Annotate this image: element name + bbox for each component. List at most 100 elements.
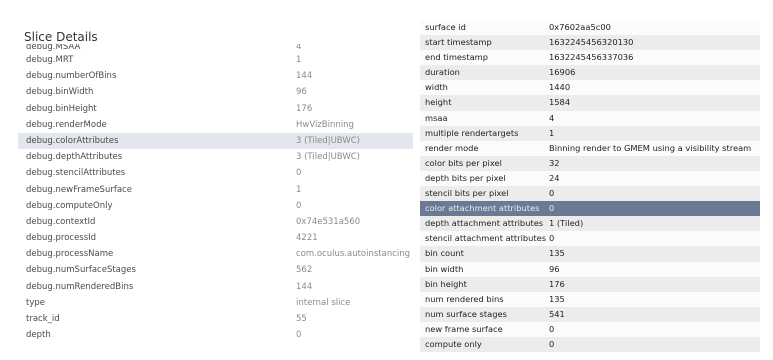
- property-row-color-bits-per-pixel[interactable]: color bits per pixel 32: [420, 155, 760, 171]
- property-key: stencil bits per pixel: [425, 188, 509, 199]
- property-row-new-frame-surface[interactable]: new frame surface 0: [420, 321, 760, 337]
- property-key: bin height: [425, 278, 467, 289]
- property-row-width[interactable]: width 1440: [420, 80, 760, 96]
- property-value: 135: [549, 248, 565, 259]
- property-value: 4: [549, 112, 555, 123]
- property-row-duration[interactable]: duration 16906: [420, 65, 760, 81]
- property-key: compute only: [425, 338, 482, 349]
- property-key: color attachment attributes: [425, 203, 540, 214]
- detail-row-type[interactable]: type internal slice: [18, 295, 413, 311]
- detail-key: debug.contextId: [26, 216, 96, 227]
- detail-row-debug-processid[interactable]: debug.processId 4221: [18, 230, 413, 246]
- property-row-surface-id[interactable]: surface id 0x7602aa5c00: [420, 20, 760, 36]
- property-row-bin-height[interactable]: bin height 176: [420, 276, 760, 292]
- detail-key: debug.numberOfBins: [26, 71, 117, 82]
- property-key: duration: [425, 67, 460, 78]
- property-value: 96: [549, 263, 560, 274]
- property-row-bin-count[interactable]: bin count 135: [420, 246, 760, 262]
- property-row-num-rendered-bins[interactable]: num rendered bins 135: [420, 291, 760, 307]
- property-value: 1440: [549, 82, 571, 93]
- property-value: 0: [549, 188, 555, 199]
- detail-row-debug-contextid[interactable]: debug.contextId 0x74e531a560: [18, 214, 413, 230]
- detail-key: debug.newFrameSurface: [26, 184, 132, 195]
- property-row-compute-only[interactable]: compute only 0: [420, 336, 760, 353]
- detail-key: debug.processName: [26, 249, 114, 260]
- detail-row-debug-msaa[interactable]: debug.MSAA 4: [18, 44, 413, 52]
- property-value: 0: [549, 203, 555, 214]
- property-row-msaa[interactable]: msaa 4: [420, 110, 760, 126]
- property-key: bin count: [425, 248, 464, 259]
- detail-row-debug-binwidth[interactable]: debug.binWidth 96: [18, 84, 413, 100]
- property-row-multiple-rendertargets[interactable]: multiple rendertargets 1: [420, 125, 760, 141]
- detail-value: 96: [296, 87, 307, 98]
- property-value: 0: [549, 233, 555, 244]
- detail-row-debug-processname[interactable]: debug.processName com.oculus.autoinstanc…: [18, 246, 413, 262]
- detail-row-debug-colorattributes[interactable]: debug.colorAttributes 3 (Tiled|UBWC): [18, 132, 413, 150]
- detail-value: 4221: [296, 233, 318, 244]
- property-row-stencil-bits-per-pixel[interactable]: stencil bits per pixel 0: [420, 186, 760, 202]
- detail-value: internal slice: [296, 297, 351, 308]
- detail-row-debug-numrenderedbins[interactable]: debug.numRenderedBins 144: [18, 279, 413, 295]
- property-value: 24: [549, 172, 560, 183]
- detail-row-debug-numberofbins[interactable]: debug.numberOfBins 144: [18, 68, 413, 84]
- property-value: 16906: [549, 67, 576, 78]
- property-key: depth attachment attributes: [425, 218, 544, 229]
- detail-key: debug.numRenderedBins: [26, 281, 134, 292]
- property-value: 1 (Tiled): [549, 218, 584, 229]
- property-key: start timestamp: [425, 37, 492, 48]
- detail-key: debug.MSAA: [26, 44, 81, 52]
- detail-value: 562: [296, 265, 313, 276]
- property-row-depth-attachment-attributes[interactable]: depth attachment attributes 1 (Tiled): [420, 216, 760, 232]
- detail-row-debug-newframesurface[interactable]: debug.newFrameSurface 1: [18, 182, 413, 198]
- detail-value: 176: [296, 103, 313, 114]
- property-key: new frame surface: [425, 323, 503, 334]
- property-row-render-mode[interactable]: render mode Binning render to GMEM using…: [420, 140, 760, 156]
- detail-value: 3 (Tiled|UBWC): [296, 152, 360, 163]
- detail-row-debug-mrt[interactable]: debug.MRT 1: [18, 52, 413, 68]
- detail-value: 1: [296, 55, 302, 65]
- detail-value: 1: [296, 184, 302, 195]
- surface-properties-table: surface id 0x7602aa5c00 start timestamp …: [420, 20, 760, 353]
- detail-key: debug.depthAttributes: [26, 152, 123, 163]
- property-row-height[interactable]: height 1584: [420, 95, 760, 111]
- property-row-start-timestamp[interactable]: start timestamp 1632245456320130: [420, 35, 760, 51]
- detail-value: 0: [296, 168, 302, 179]
- property-row-color-attachment-attributes[interactable]: color attachment attributes 0: [420, 201, 760, 217]
- property-value: 135: [549, 293, 565, 304]
- detail-row-track-id[interactable]: track_id 55: [18, 311, 413, 327]
- property-key: num surface stages: [425, 308, 507, 319]
- detail-key: debug.binHeight: [26, 103, 97, 114]
- detail-row-debug-stencilattributes[interactable]: debug.stencilAttributes 0: [18, 165, 413, 181]
- property-row-num-surface-stages[interactable]: num surface stages 541: [420, 306, 760, 322]
- detail-value: HwVizBinning: [296, 119, 354, 130]
- detail-row-debug-rendermode[interactable]: debug.renderMode HwVizBinning: [18, 117, 413, 133]
- detail-row-depth[interactable]: depth 0: [18, 327, 413, 343]
- property-key: multiple rendertargets: [425, 127, 519, 138]
- property-value: 176: [549, 278, 565, 289]
- detail-value: 0x74e531a560: [296, 216, 361, 227]
- detail-value: 144: [296, 71, 313, 82]
- property-key: bin width: [425, 263, 464, 274]
- slice-details-panel: Slice Details debug.MSAA 4 debug.MRT 1 d…: [18, 22, 413, 352]
- property-row-depth-bits-per-pixel[interactable]: depth bits per pixel 24: [420, 170, 760, 187]
- property-row-end-timestamp[interactable]: end timestamp 1632245456337036: [420, 50, 760, 66]
- detail-value: 55: [296, 314, 307, 324]
- detail-value: 4: [296, 44, 302, 52]
- detail-key: debug.processId: [26, 233, 97, 244]
- detail-row-debug-computeonly[interactable]: debug.computeOnly 0: [18, 198, 413, 214]
- detail-row-debug-numsurfacestages[interactable]: debug.numSurfaceStages 562: [18, 262, 413, 278]
- detail-row-debug-binheight[interactable]: debug.binHeight 176: [18, 101, 413, 117]
- property-value: 1584: [549, 97, 571, 108]
- detail-key: debug.numSurfaceStages: [26, 265, 136, 276]
- detail-key: depth: [26, 330, 51, 341]
- detail-key: debug.renderMode: [26, 119, 107, 130]
- detail-key: debug.binWidth: [26, 87, 94, 98]
- property-key: render mode: [425, 142, 479, 153]
- detail-key: debug.colorAttributes: [26, 135, 119, 146]
- detail-key: debug.MRT: [26, 55, 74, 65]
- property-row-stencil-attachment-attributes[interactable]: stencil attachment attributes 0: [420, 231, 760, 247]
- property-key: surface id: [425, 22, 466, 32]
- slice-details-list: debug.MSAA 4 debug.MRT 1 debug.numberOfB…: [18, 44, 413, 343]
- detail-row-debug-depthattributes[interactable]: debug.depthAttributes 3 (Tiled|UBWC): [18, 149, 413, 165]
- property-row-bin-width[interactable]: bin width 96: [420, 261, 760, 277]
